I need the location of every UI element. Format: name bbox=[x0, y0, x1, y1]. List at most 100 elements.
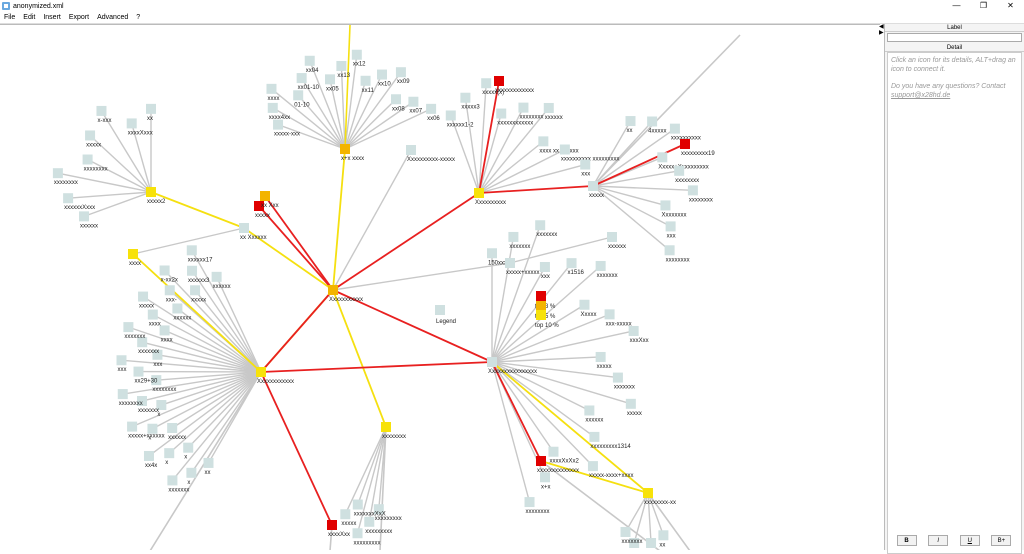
leaf-node-d-10[interactable] bbox=[613, 373, 623, 383]
leaf-node-g-4[interactable] bbox=[85, 130, 95, 140]
leaf-node-b-4[interactable] bbox=[518, 103, 528, 113]
leaf-node-i-5[interactable] bbox=[688, 185, 698, 195]
node-a[interactable] bbox=[340, 144, 350, 154]
minimize-button[interactable]: — bbox=[943, 0, 970, 12]
support-link[interactable]: support@x28hd.de bbox=[891, 92, 950, 99]
leaf-node-c-20[interactable] bbox=[138, 292, 148, 302]
leaf-node-d-5[interactable] bbox=[596, 261, 606, 271]
leaf-node-c-14[interactable] bbox=[116, 355, 126, 365]
leaf-node-g-0[interactable] bbox=[79, 211, 89, 221]
leaf-node-c-18[interactable] bbox=[160, 325, 170, 335]
legend-node[interactable] bbox=[435, 305, 445, 315]
leaf-node-g-7[interactable] bbox=[146, 104, 156, 114]
leaf-node-i-6[interactable] bbox=[660, 200, 670, 210]
node-e[interactable] bbox=[381, 422, 391, 432]
leaf-node-b-1[interactable] bbox=[460, 93, 470, 103]
leaf-node-e-2[interactable] bbox=[353, 528, 363, 538]
node-f[interactable] bbox=[239, 223, 249, 233]
leaf-node-c-11[interactable] bbox=[118, 389, 128, 399]
bold-button[interactable]: B bbox=[897, 535, 917, 546]
node-i[interactable] bbox=[588, 181, 598, 191]
leaf-node-l-3[interactable] bbox=[621, 527, 631, 537]
leaf-node-d-3[interactable] bbox=[540, 262, 550, 272]
leaf-node-d-8[interactable] bbox=[629, 326, 639, 336]
leaf-node-a-10[interactable] bbox=[377, 70, 387, 80]
leaf-node-a-2[interactable] bbox=[266, 84, 276, 94]
leaf-node-d-17[interactable] bbox=[525, 497, 535, 507]
node-q[interactable] bbox=[494, 76, 504, 86]
leaf-node-i-1[interactable] bbox=[647, 116, 657, 126]
leaf-node-c-25[interactable] bbox=[187, 266, 197, 276]
leaf-node-c-2[interactable] bbox=[167, 475, 177, 485]
underline-button[interactable]: U bbox=[960, 535, 980, 546]
leaf-node-d-7[interactable] bbox=[605, 309, 615, 319]
leaf-node-a-5[interactable] bbox=[305, 56, 315, 66]
leaf-node-i-0[interactable] bbox=[626, 116, 636, 126]
legend-top3[interactable] bbox=[536, 291, 546, 301]
leaf-node-c-21[interactable] bbox=[172, 303, 182, 313]
node-l[interactable] bbox=[643, 488, 653, 498]
leaf-node-d-0[interactable] bbox=[487, 248, 497, 258]
node-m[interactable] bbox=[327, 520, 337, 530]
leaf-node-e-4[interactable] bbox=[340, 509, 350, 519]
leaf-node-a-4[interactable] bbox=[297, 73, 307, 83]
leaf-node-i-2[interactable] bbox=[670, 124, 680, 134]
leaf-node-b-8[interactable] bbox=[580, 160, 590, 170]
leaf-node-c-27[interactable] bbox=[212, 272, 222, 282]
leaf-node-d-1[interactable] bbox=[508, 232, 518, 242]
leaf-node-e-1[interactable] bbox=[364, 517, 374, 527]
leaf-node-a-14[interactable] bbox=[426, 104, 436, 114]
node-o[interactable] bbox=[607, 232, 617, 242]
leaf-node-c-1[interactable] bbox=[186, 468, 196, 478]
menu-file[interactable]: File bbox=[0, 14, 19, 21]
leaf-node-d-2[interactable] bbox=[535, 220, 545, 230]
leaf-node-b-2[interactable] bbox=[481, 78, 491, 88]
leaf-node-a-7[interactable] bbox=[336, 61, 346, 71]
leaf-node-a-11[interactable] bbox=[396, 67, 406, 77]
node-s[interactable] bbox=[128, 249, 138, 259]
node-g[interactable] bbox=[146, 187, 156, 197]
leaf-node-i-3[interactable] bbox=[657, 152, 667, 162]
leaf-node-b-6[interactable] bbox=[538, 136, 548, 146]
leaf-node-c-6[interactable] bbox=[167, 423, 177, 433]
menu-export[interactable]: Export bbox=[65, 14, 93, 21]
menu-advanced[interactable]: Advanced bbox=[93, 14, 132, 21]
node-d[interactable] bbox=[487, 357, 497, 367]
leaf-node-a-8[interactable] bbox=[352, 50, 362, 60]
node-c[interactable] bbox=[256, 367, 266, 377]
leaf-node-c-7[interactable] bbox=[147, 424, 157, 434]
leaf-node-b-5[interactable] bbox=[544, 103, 554, 113]
leaf-node-d-13[interactable] bbox=[589, 432, 599, 442]
leaf-node-c-17[interactable] bbox=[123, 322, 133, 332]
leaf-node-d-4[interactable] bbox=[567, 258, 577, 268]
leaf-node-c-8[interactable] bbox=[127, 422, 137, 432]
legend-top5[interactable] bbox=[536, 301, 546, 311]
detail-pane[interactable]: Click an icon for its details, ALT+drag … bbox=[887, 52, 1022, 554]
leaf-node-g-3[interactable] bbox=[83, 154, 93, 164]
label-input[interactable] bbox=[887, 33, 1022, 42]
node-p[interactable] bbox=[406, 145, 416, 155]
leaf-node-c-19[interactable] bbox=[148, 310, 158, 320]
node-hub[interactable] bbox=[328, 285, 338, 295]
node-n[interactable] bbox=[505, 258, 515, 268]
close-button[interactable]: ✕ bbox=[997, 0, 1024, 12]
leaf-node-c-4[interactable] bbox=[164, 448, 174, 458]
node-r[interactable] bbox=[260, 191, 270, 201]
leaf-node-a-3[interactable] bbox=[293, 90, 303, 100]
leaf-node-c-13[interactable] bbox=[134, 367, 144, 377]
leaf-node-c-0[interactable] bbox=[204, 458, 214, 468]
leaf-node-g-5[interactable] bbox=[96, 106, 106, 116]
leaf-node-g-6[interactable] bbox=[127, 118, 137, 128]
leaf-node-d-12[interactable] bbox=[584, 405, 594, 415]
leaf-node-a-0[interactable] bbox=[273, 120, 283, 130]
leaf-node-d-6[interactable] bbox=[579, 300, 589, 310]
leaf-node-a-9[interactable] bbox=[361, 76, 371, 86]
leaf-node-d-15[interactable] bbox=[548, 447, 558, 457]
leaf-node-i-4[interactable] bbox=[674, 166, 684, 176]
bigger-button[interactable]: B+ bbox=[991, 535, 1011, 546]
leaf-node-d-11[interactable] bbox=[626, 399, 636, 409]
leaf-node-c-23[interactable] bbox=[160, 265, 170, 275]
leaf-node-a-13[interactable] bbox=[408, 97, 418, 107]
leaf-node-c-26[interactable] bbox=[187, 245, 197, 255]
leaf-node-i-7[interactable] bbox=[666, 221, 676, 231]
